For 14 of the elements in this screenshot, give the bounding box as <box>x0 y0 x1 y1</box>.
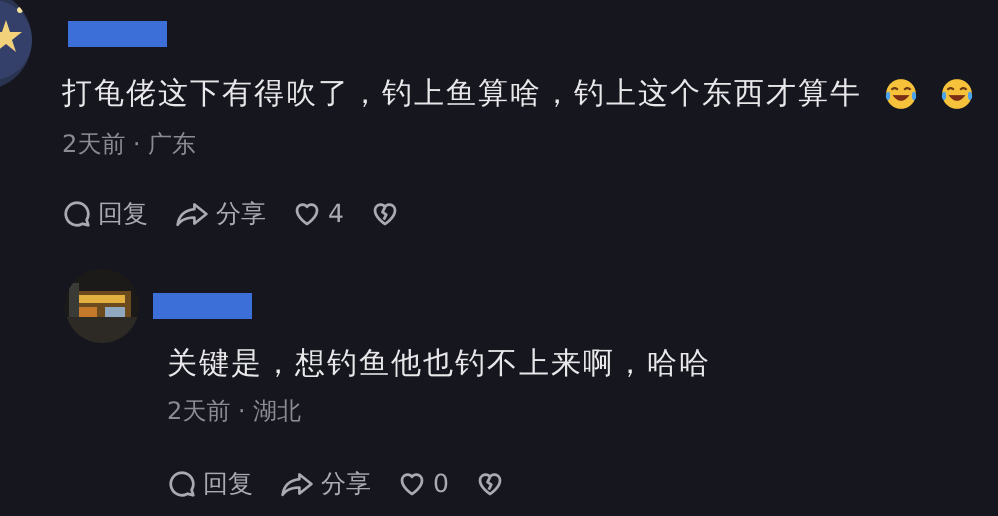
share-button[interactable]: 分享 <box>279 467 371 501</box>
laughing-emoji-icon <box>884 77 918 111</box>
share-button[interactable]: 分享 <box>174 197 266 231</box>
like-button[interactable]: 0 <box>397 467 449 501</box>
like-button[interactable]: 4 <box>292 197 344 231</box>
comment-meta: 2天前 · 湖北 <box>167 396 302 427</box>
comment-text: 关键是，想钓鱼他也钓不上来啊，哈哈 <box>167 347 711 381</box>
reply-button[interactable]: 回复 <box>167 467 253 501</box>
speech-bubble-icon <box>167 469 197 499</box>
reply-button[interactable]: 回复 <box>62 197 148 231</box>
laughing-emoji-icon <box>940 77 974 111</box>
comment-text: 打龟佬这下有得吹了，钓上鱼算啥，钓上这个东西才算牛 <box>62 77 862 111</box>
comment-meta: 2天前 · 广东 <box>62 129 198 160</box>
speech-bubble-icon <box>62 199 92 229</box>
